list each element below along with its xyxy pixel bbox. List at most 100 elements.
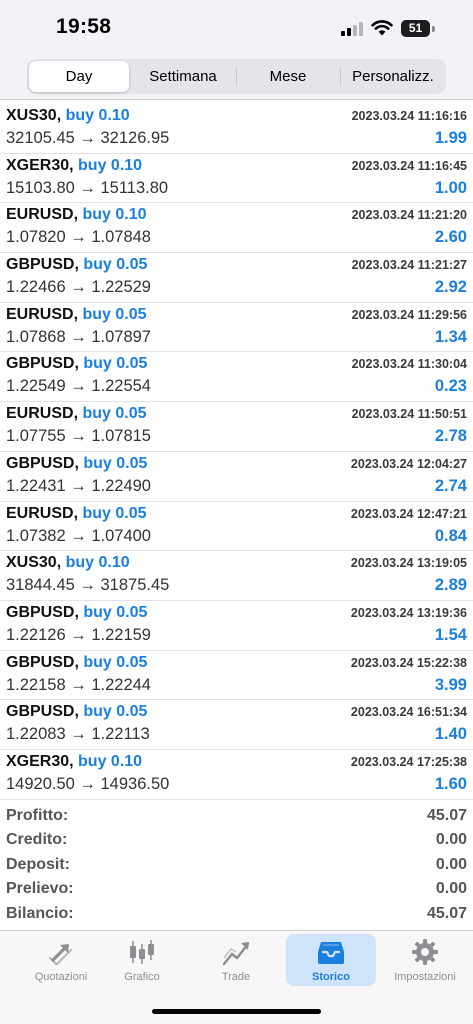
deal-close-price: 14936.50: [100, 774, 170, 793]
deal-open-price: 1.22431: [6, 476, 66, 495]
summary-value: 0.00: [435, 855, 467, 873]
arrow-right-icon: →: [65, 476, 92, 495]
deal-open-price: 31844.45: [6, 576, 75, 595]
deal-close-price: 1.22159: [91, 625, 151, 644]
tab-day[interactable]: Day: [29, 61, 129, 92]
deal-row[interactable]: EURUSD, buy 0.05 1.07868 → 1.07897 2023.03…: [0, 303, 473, 353]
deal-time: 2023.03.24 11:21:27: [351, 258, 467, 273]
deal-row[interactable]: GBPUSD, buy 0.05 1.22431 → 1.22490 2023.03…: [0, 452, 473, 502]
deal-close-price: 1.07400: [91, 526, 151, 545]
summary-row: Prelievo: 0.00: [0, 878, 473, 902]
wifi-icon: [371, 20, 393, 36]
arrow-right-icon: →: [65, 377, 92, 396]
tab-trade[interactable]: Trade: [191, 934, 281, 986]
deal-separator: ,: [69, 156, 79, 174]
deal-open-price: 1.07382: [6, 526, 66, 545]
deal-close-price: 1.22490: [91, 476, 151, 495]
deal-row[interactable]: GBPUSD, buy 0.05 1.22083 → 1.22113 2023.03…: [0, 700, 473, 750]
deal-open-price: 1.07820: [6, 228, 66, 247]
summary-row: Credito: 0.00: [0, 829, 473, 853]
deal-open-price: 1.07755: [6, 427, 66, 446]
deal-prices: 15103.80 → 15113.80: [6, 179, 168, 198]
deal-profit: 1.99: [434, 129, 467, 147]
deal-separator: ,: [74, 603, 84, 621]
deal-prices: 1.22126 → 1.22159: [6, 626, 151, 645]
deal-prices: 1.22431 → 1.22490: [6, 477, 151, 496]
deal-side: buy 0.05: [82, 405, 147, 423]
deal-row[interactable]: GBPUSD, buy 0.05 1.22549 → 1.22554 2023.03…: [0, 352, 473, 403]
deal-time: 2023.03.24 15:22:38: [350, 655, 467, 670]
deal-row[interactable]: XGER30, buy 0.10 14920.50 → 14936.50 2023.…: [0, 750, 473, 800]
deal-side: buy 0.05: [82, 305, 147, 323]
deal-separator: ,: [74, 703, 84, 721]
period-selector-area: Day Settimana Mese Personalizz.: [0, 54, 473, 100]
tab-mese[interactable]: Mese: [238, 61, 338, 92]
deal-row[interactable]: XGER30, buy 0.10 15103.80 → 15113.80 2023.…: [0, 154, 473, 204]
tab-label: Grafico: [124, 971, 160, 983]
tab-quotazioni[interactable]: Quotazioni: [16, 934, 106, 986]
deal-row[interactable]: GBPUSD, buy 0.05 1.22158 → 1.22244 2023.03…: [0, 651, 473, 701]
deal-symbol-line: GBPUSD, buy 0.05: [6, 355, 147, 373]
deal-row[interactable]: GBPUSD, buy 0.05 1.22126 → 1.22159 2023.03…: [0, 601, 473, 651]
deal-side: buy 0.10: [82, 206, 147, 224]
tab-label: Quotazioni: [34, 971, 88, 983]
arrow-right-icon: →: [65, 228, 92, 247]
battery-icon: 51: [401, 20, 430, 37]
deal-open-price: 1.22083: [6, 725, 66, 744]
deal-symbol: GBPUSD: [6, 256, 75, 274]
deal-close-price: 32126.95: [100, 129, 170, 147]
home-indicator: [152, 1009, 321, 1014]
tab-grafico[interactable]: Grafico: [97, 934, 187, 986]
deal-profit: 1.60: [434, 774, 467, 793]
deal-symbol-line: GBPUSD, buy 0.05: [6, 604, 147, 622]
deal-separator: ,: [56, 107, 66, 124]
deal-side: buy 0.05: [83, 355, 148, 373]
deal-separator: ,: [74, 355, 84, 373]
deal-row[interactable]: EURUSD, buy 0.05 1.07382 → 1.07400 2023.03…: [0, 502, 473, 552]
deal-row[interactable]: EURUSD, buy 0.05 1.07755 → 1.07815 2023.03…: [0, 402, 473, 452]
arrow-right-icon: →: [74, 774, 101, 793]
deal-close-price: 15113.80: [100, 178, 169, 197]
deal-symbol: GBPUSD: [6, 355, 75, 373]
deal-profit: 1.34: [434, 327, 467, 346]
deal-profit: 2.89: [434, 576, 467, 595]
deal-close-price: 1.07848: [91, 228, 151, 247]
deal-side: buy 0.05: [83, 256, 148, 274]
deal-open-price: 1.07868: [6, 327, 66, 346]
arrow-right-icon: →: [65, 327, 92, 346]
deal-open-price: 1.22158: [6, 675, 66, 694]
deal-profit: 1.00: [434, 178, 467, 197]
deal-profit: 2.60: [434, 228, 467, 247]
deal-side: buy 0.05: [83, 703, 148, 721]
deal-row[interactable]: XUS30, buy 0.10 31844.45 → 31875.45 2023.0…: [0, 551, 473, 601]
deal-time: 2023.03.24 13:19:36: [350, 605, 467, 620]
tab-storico[interactable]: Storico: [286, 934, 376, 986]
deal-symbol: GBPUSD: [6, 603, 75, 621]
deal-prices: 1.22466 → 1.22529: [6, 278, 151, 297]
gear-icon: [412, 939, 438, 965]
battery-tip: [432, 26, 435, 32]
deal-symbol: XUS30: [6, 107, 57, 124]
deal-time: 2023.03.24 13:19:05: [350, 556, 467, 571]
deal-side: buy 0.10: [65, 554, 130, 572]
deal-profit: 2.92: [434, 278, 467, 297]
deal-separator: ,: [69, 752, 79, 770]
deal-symbol: GBPUSD: [6, 703, 75, 721]
deal-time: 2023.03.24 16:51:34: [350, 705, 467, 720]
deal-row[interactable]: GBPUSD, buy 0.05 1.22466 → 1.22529 2023.03…: [0, 253, 473, 303]
deal-row[interactable]: XUS30, buy 0.10 32105.45 → 32126.95 2023.0…: [0, 104, 473, 154]
tab-settimana[interactable]: Settimana: [133, 61, 233, 92]
deal-open-price: 1.22126: [6, 625, 66, 644]
deal-row[interactable]: EURUSD, buy 0.10 1.07820 → 1.07848 2023.03…: [0, 203, 473, 254]
quotes-arrows-icon: [49, 944, 72, 965]
tab-personalizz[interactable]: Personalizz.: [342, 61, 444, 92]
tab-impostazioni[interactable]: Impostazioni: [380, 934, 470, 986]
deals-list: XUS30, buy 0.10 32105.45 → 32126.95 2023.0…: [0, 104, 473, 800]
deal-symbol: EURUSD: [6, 206, 74, 224]
deal-close-price: 1.22113: [91, 725, 150, 744]
summary-row: Deposit: 0.00: [0, 854, 473, 878]
cellular-signal-icon: [341, 22, 365, 36]
deal-symbol-line: EURUSD, buy 0.05: [6, 306, 146, 324]
summary-row: Profitto: 45.07: [0, 805, 473, 829]
deal-separator: ,: [74, 256, 84, 274]
